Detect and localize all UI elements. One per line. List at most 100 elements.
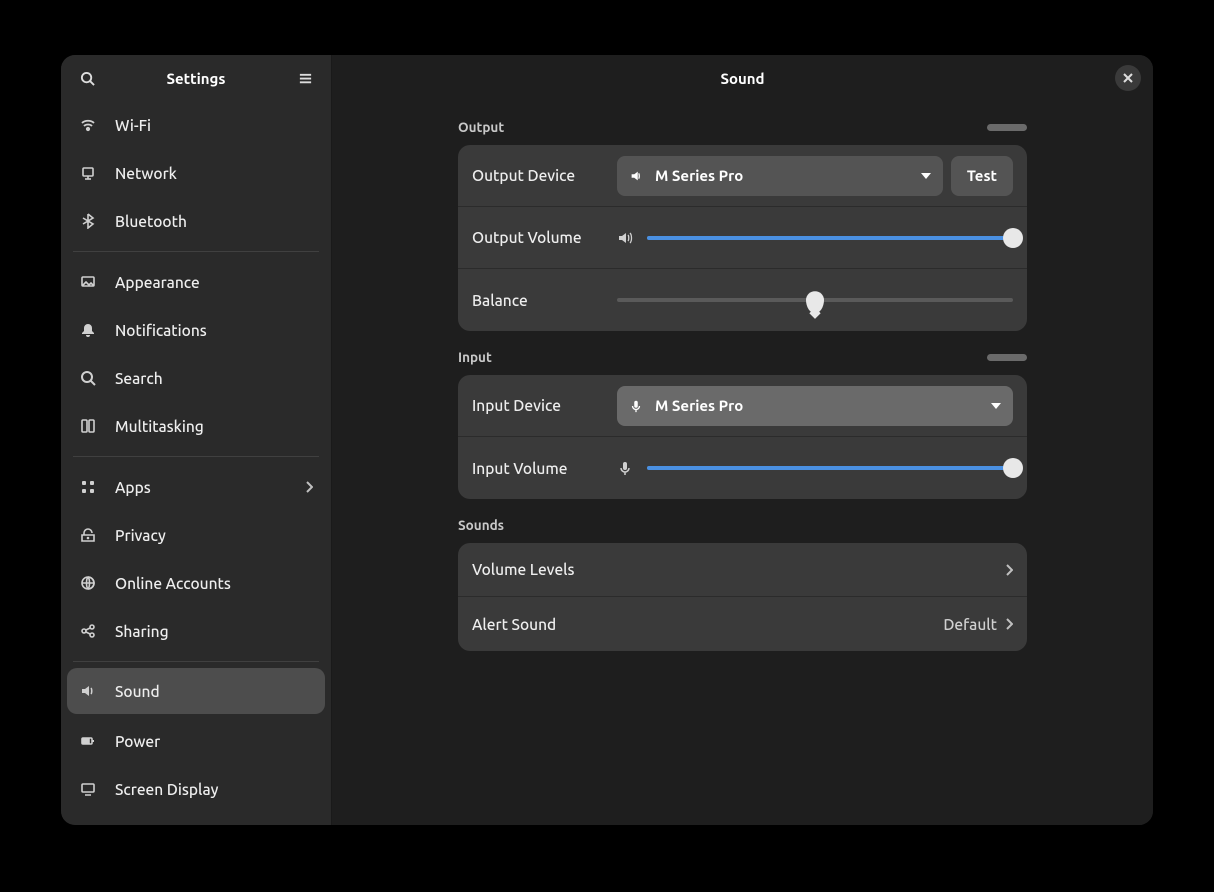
volume-levels-row[interactable]: Volume Levels	[458, 543, 1027, 597]
input-device-select[interactable]: M Series Pro	[617, 386, 1013, 426]
sidebar-item-apps[interactable]: Apps	[61, 463, 331, 511]
input-level-indicator	[987, 354, 1027, 361]
sidebar-nav: Wi-Fi Network Bluetooth Appearance Notificat…	[61, 101, 331, 825]
sidebar-item-label: Apps	[115, 479, 151, 496]
multitasking-icon	[79, 417, 97, 435]
input-volume-row: Input Volume	[458, 437, 1027, 499]
sound-icon	[79, 682, 97, 700]
sidebar-item-sharing[interactable]: Sharing	[61, 607, 331, 655]
output-card: Output Device M Series Pro Test	[458, 145, 1027, 331]
microphone-icon	[617, 460, 633, 476]
sidebar-item-label: Network	[115, 165, 177, 182]
sidebar-item-power[interactable]: Power	[61, 717, 331, 765]
sidebar-item-label: Appearance	[115, 274, 200, 291]
output-device-row: Output Device M Series Pro Test	[458, 145, 1027, 207]
sidebar-item-wi-fi[interactable]: Wi-Fi	[61, 101, 331, 149]
sidebar-item-label: Power	[115, 733, 160, 750]
output-heading: Output	[458, 119, 504, 135]
display-icon	[79, 780, 97, 798]
input-volume-slider[interactable]	[647, 458, 1013, 478]
output-device-label: Output Device	[472, 167, 617, 184]
bell-icon	[79, 321, 97, 339]
balance-label: Balance	[472, 292, 617, 309]
chevron-right-icon	[1005, 564, 1013, 576]
test-button[interactable]: Test	[951, 156, 1013, 196]
chevron-right-icon	[305, 481, 313, 493]
sidebar-item-label: Sound	[115, 683, 160, 700]
sidebar-item-label: Notifications	[115, 322, 207, 339]
input-heading: Input	[458, 349, 492, 365]
sidebar-item-label: Privacy	[115, 527, 166, 544]
menu-button[interactable]	[291, 64, 319, 92]
sidebar-item-label: Search	[115, 370, 163, 387]
sidebar: Settings Wi-Fi Network Bluetooth Appearance…	[61, 55, 332, 825]
hamburger-icon	[298, 71, 313, 86]
balance-slider[interactable]	[617, 290, 1013, 310]
sidebar-item-label: Wi-Fi	[115, 117, 151, 134]
caret-down-icon	[991, 403, 1001, 409]
settings-window: Settings Wi-Fi Network Bluetooth Appearance…	[61, 55, 1153, 825]
sidebar-item-search[interactable]: Search	[61, 354, 331, 402]
sidebar-item-sound[interactable]: Sound	[67, 668, 325, 714]
sidebar-item-label: Bluetooth	[115, 213, 187, 230]
main-header: Sound	[332, 55, 1153, 101]
sidebar-item-privacy[interactable]: Privacy	[61, 511, 331, 559]
privacy-icon	[79, 526, 97, 544]
online-accounts-icon	[79, 574, 97, 592]
input-device-row: Input Device M Series Pro	[458, 375, 1027, 437]
output-level-indicator	[987, 124, 1027, 131]
close-icon	[1123, 73, 1133, 83]
sidebar-item-bluetooth[interactable]: Bluetooth	[61, 197, 331, 245]
close-button[interactable]	[1115, 65, 1141, 91]
output-volume-slider[interactable]	[647, 228, 1013, 248]
input-section-header: Input	[458, 349, 1027, 365]
input-card: Input Device M Series Pro Input Volume	[458, 375, 1027, 499]
sidebar-item-online-accounts[interactable]: Online Accounts	[61, 559, 331, 607]
content-area: Output Output Device M Series Pro	[332, 101, 1153, 825]
sidebar-item-network[interactable]: Network	[61, 149, 331, 197]
sounds-heading: Sounds	[458, 517, 504, 533]
sidebar-item-label: Online Accounts	[115, 575, 231, 592]
caret-down-icon	[921, 173, 931, 179]
input-device-value: M Series Pro	[655, 397, 743, 414]
volume-levels-label: Volume Levels	[472, 561, 575, 578]
search-icon	[80, 71, 95, 86]
bluetooth-icon	[79, 212, 97, 230]
speaker-icon	[629, 169, 643, 183]
sidebar-item-label: Multitasking	[115, 418, 204, 435]
output-section-header: Output	[458, 119, 1027, 135]
sidebar-item-label: Sharing	[115, 623, 169, 640]
sidebar-header: Settings	[61, 55, 331, 101]
microphone-icon	[629, 399, 643, 413]
wifi-icon	[79, 116, 97, 134]
main-panel: Sound Output Output Device	[332, 55, 1153, 825]
output-device-value: M Series Pro	[655, 167, 743, 184]
alert-sound-row[interactable]: Alert Sound Default	[458, 597, 1027, 651]
output-volume-label: Output Volume	[472, 229, 617, 246]
sidebar-item-appearance[interactable]: Appearance	[61, 258, 331, 306]
search-button[interactable]	[73, 64, 101, 92]
sidebar-item-notifications[interactable]: Notifications	[61, 306, 331, 354]
search-icon	[79, 369, 97, 387]
chevron-right-icon	[1005, 618, 1013, 630]
sidebar-item-label: Screen Display	[115, 781, 218, 798]
output-device-select[interactable]: M Series Pro	[617, 156, 943, 196]
alert-sound-value: Default	[943, 616, 997, 633]
power-icon	[79, 732, 97, 750]
sidebar-item-screen-display[interactable]: Screen Display	[61, 765, 331, 813]
input-device-label: Input Device	[472, 397, 617, 414]
sidebar-separator	[73, 251, 319, 252]
sounds-card: Volume Levels Alert Sound Default	[458, 543, 1027, 651]
output-volume-row: Output Volume	[458, 207, 1027, 269]
sharing-icon	[79, 622, 97, 640]
page-title: Sound	[720, 70, 764, 87]
appearance-icon	[79, 273, 97, 291]
input-volume-label: Input Volume	[472, 460, 617, 477]
balance-row: Balance	[458, 269, 1027, 331]
apps-icon	[79, 478, 97, 496]
sidebar-item-multitasking[interactable]: Multitasking	[61, 402, 331, 450]
sounds-section-header: Sounds	[458, 517, 1027, 533]
sidebar-separator	[73, 456, 319, 457]
sidebar-separator	[73, 661, 319, 662]
volume-icon	[617, 230, 633, 246]
